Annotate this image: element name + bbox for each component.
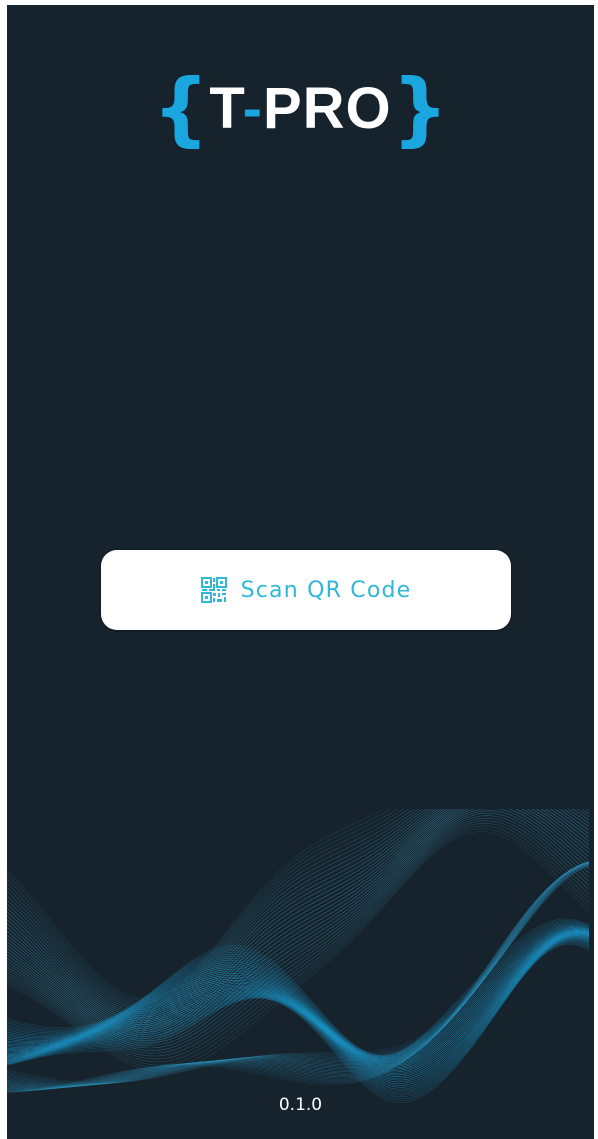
logo-close-brace: } bbox=[391, 62, 449, 155]
app-screen: {T-PRO} Scan QR Code 0.1.0 bbox=[7, 5, 594, 1139]
wave-line bbox=[7, 809, 590, 1022]
wave-line bbox=[7, 809, 405, 1005]
wave-line bbox=[7, 809, 415, 1009]
logo-hyphen: - bbox=[242, 76, 263, 141]
logo-open-brace: { bbox=[152, 62, 210, 155]
scan-qr-code-button[interactable]: Scan QR Code bbox=[101, 550, 511, 630]
wave-line bbox=[7, 809, 590, 1013]
app-version: 0.1.0 bbox=[278, 1095, 323, 1115]
wave-line bbox=[7, 809, 399, 1003]
scan-qr-code-label: Scan QR Code bbox=[240, 577, 412, 603]
t-pro-logo: {T-PRO} bbox=[7, 65, 594, 153]
logo-t: T bbox=[209, 76, 243, 141]
logo-word: T-PRO bbox=[209, 76, 391, 141]
logo-pro: PRO bbox=[262, 76, 392, 141]
qr-code-icon bbox=[200, 577, 227, 603]
decorative-waves bbox=[7, 809, 590, 1103]
